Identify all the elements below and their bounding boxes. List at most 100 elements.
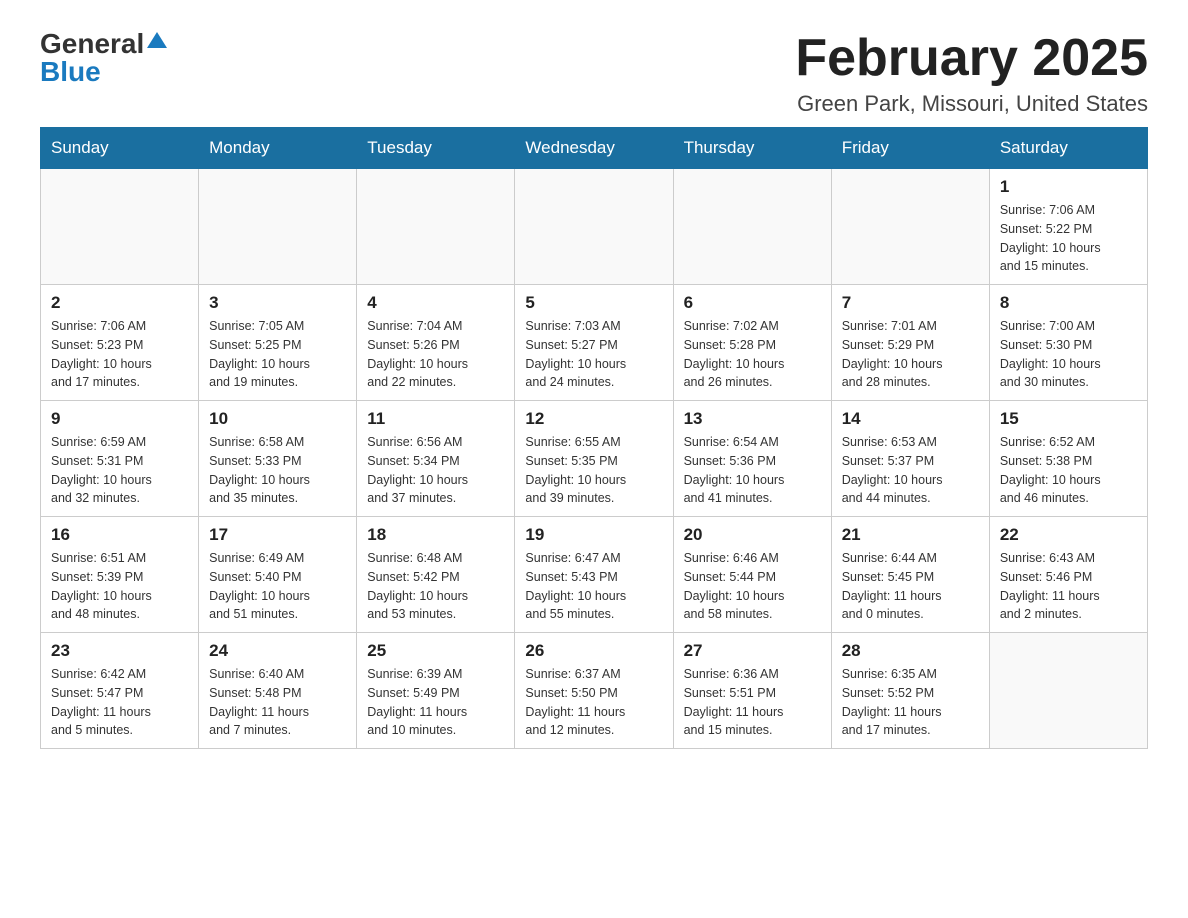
weekday-header-sunday: Sunday	[41, 128, 199, 169]
day-number: 26	[525, 641, 662, 661]
calendar-cell: 17Sunrise: 6:49 AM Sunset: 5:40 PM Dayli…	[199, 517, 357, 633]
day-number: 10	[209, 409, 346, 429]
day-number: 19	[525, 525, 662, 545]
day-info: Sunrise: 6:39 AM Sunset: 5:49 PM Dayligh…	[367, 665, 504, 740]
day-number: 2	[51, 293, 188, 313]
day-info: Sunrise: 6:54 AM Sunset: 5:36 PM Dayligh…	[684, 433, 821, 508]
day-info: Sunrise: 7:05 AM Sunset: 5:25 PM Dayligh…	[209, 317, 346, 392]
calendar-cell: 1Sunrise: 7:06 AM Sunset: 5:22 PM Daylig…	[989, 169, 1147, 285]
calendar-cell: 24 Sunrise: 6:40 AM Sunset: 5:48 PM Dayli…	[199, 633, 357, 749]
day-info: Sunrise: 6:42 AM Sunset: 5:47 PM Dayligh…	[51, 665, 188, 740]
day-number: 15	[1000, 409, 1137, 429]
weekday-header-wednesday: Wednesday	[515, 128, 673, 169]
calendar-cell: 20 Sunrise: 6:46 AM Sunset: 5:44 PM Dayli…	[673, 517, 831, 633]
calendar-cell: 15 Sunrise: 6:52 AM Sunset: 5:38 PM Dayli…	[989, 401, 1147, 517]
calendar-cell	[673, 169, 831, 285]
logo-general: General	[40, 30, 144, 58]
calendar-cell: 16 Sunrise: 6:51 AM Sunset: 5:39 PM Dayli…	[41, 517, 199, 633]
day-info: Sunrise: 6:44 AM Sunset: 5:45 PM Dayligh…	[842, 549, 979, 624]
day-info: Sunrise: 7:04 AM Sunset: 5:26 PM Dayligh…	[367, 317, 504, 392]
calendar-cell: 2 Sunrise: 7:06 AM Sunset: 5:23 PM Daylig…	[41, 285, 199, 401]
calendar-cell: 3Sunrise: 7:05 AM Sunset: 5:25 PM Daylig…	[199, 285, 357, 401]
calendar-week-row: 9 Sunrise: 6:59 AM Sunset: 5:31 PM Daylig…	[41, 401, 1148, 517]
calendar-week-row: 2 Sunrise: 7:06 AM Sunset: 5:23 PM Daylig…	[41, 285, 1148, 401]
calendar-cell: 12Sunrise: 6:55 AM Sunset: 5:35 PM Dayli…	[515, 401, 673, 517]
day-number: 7	[842, 293, 979, 313]
logo-blue: Blue	[40, 58, 101, 86]
calendar-cell: 21 Sunrise: 6:44 AM Sunset: 5:45 PM Dayli…	[831, 517, 989, 633]
day-info: Sunrise: 6:51 AM Sunset: 5:39 PM Dayligh…	[51, 549, 188, 624]
day-info: Sunrise: 7:06 AM Sunset: 5:23 PM Dayligh…	[51, 317, 188, 392]
calendar-cell: 9 Sunrise: 6:59 AM Sunset: 5:31 PM Daylig…	[41, 401, 199, 517]
day-info: Sunrise: 6:59 AM Sunset: 5:31 PM Dayligh…	[51, 433, 188, 508]
day-number: 12	[525, 409, 662, 429]
calendar-cell: 8 Sunrise: 7:00 AM Sunset: 5:30 PM Daylig…	[989, 285, 1147, 401]
calendar-cell: 27 Sunrise: 6:36 AM Sunset: 5:51 PM Dayli…	[673, 633, 831, 749]
day-number: 5	[525, 293, 662, 313]
calendar-cell	[831, 169, 989, 285]
day-info: Sunrise: 6:48 AM Sunset: 5:42 PM Dayligh…	[367, 549, 504, 624]
day-number: 8	[1000, 293, 1137, 313]
day-number: 16	[51, 525, 188, 545]
day-number: 25	[367, 641, 504, 661]
calendar-cell: 18Sunrise: 6:48 AM Sunset: 5:42 PM Dayli…	[357, 517, 515, 633]
day-info: Sunrise: 7:03 AM Sunset: 5:27 PM Dayligh…	[525, 317, 662, 392]
day-info: Sunrise: 7:00 AM Sunset: 5:30 PM Dayligh…	[1000, 317, 1137, 392]
day-info: Sunrise: 6:47 AM Sunset: 5:43 PM Dayligh…	[525, 549, 662, 624]
calendar-cell: 6Sunrise: 7:02 AM Sunset: 5:28 PM Daylig…	[673, 285, 831, 401]
day-number: 22	[1000, 525, 1137, 545]
logo-triangle-icon	[147, 32, 167, 48]
day-number: 20	[684, 525, 821, 545]
page-header: General Blue February 2025 Green Park, M…	[40, 30, 1148, 117]
calendar-cell: 28Sunrise: 6:35 AM Sunset: 5:52 PM Dayli…	[831, 633, 989, 749]
day-info: Sunrise: 6:52 AM Sunset: 5:38 PM Dayligh…	[1000, 433, 1137, 508]
day-info: Sunrise: 6:58 AM Sunset: 5:33 PM Dayligh…	[209, 433, 346, 508]
weekday-header-saturday: Saturday	[989, 128, 1147, 169]
calendar-week-row: 1Sunrise: 7:06 AM Sunset: 5:22 PM Daylig…	[41, 169, 1148, 285]
day-number: 11	[367, 409, 504, 429]
day-number: 13	[684, 409, 821, 429]
day-number: 17	[209, 525, 346, 545]
day-info: Sunrise: 6:53 AM Sunset: 5:37 PM Dayligh…	[842, 433, 979, 508]
calendar-cell: 23 Sunrise: 6:42 AM Sunset: 5:47 PM Dayli…	[41, 633, 199, 749]
calendar-week-row: 16 Sunrise: 6:51 AM Sunset: 5:39 PM Dayli…	[41, 517, 1148, 633]
calendar-cell	[357, 169, 515, 285]
calendar-cell: 10 Sunrise: 6:58 AM Sunset: 5:33 PM Dayli…	[199, 401, 357, 517]
day-info: Sunrise: 6:56 AM Sunset: 5:34 PM Dayligh…	[367, 433, 504, 508]
day-number: 14	[842, 409, 979, 429]
calendar-cell: 25 Sunrise: 6:39 AM Sunset: 5:49 PM Dayli…	[357, 633, 515, 749]
calendar-cell: 22 Sunrise: 6:43 AM Sunset: 5:46 PM Dayli…	[989, 517, 1147, 633]
calendar-cell: 19 Sunrise: 6:47 AM Sunset: 5:43 PM Dayli…	[515, 517, 673, 633]
logo: General Blue	[40, 30, 167, 86]
day-info: Sunrise: 7:01 AM Sunset: 5:29 PM Dayligh…	[842, 317, 979, 392]
calendar-subtitle: Green Park, Missouri, United States	[795, 91, 1148, 117]
weekday-header-row: SundayMondayTuesdayWednesdayThursdayFrid…	[41, 128, 1148, 169]
weekday-header-friday: Friday	[831, 128, 989, 169]
title-block: February 2025 Green Park, Missouri, Unit…	[795, 30, 1148, 117]
weekday-header-thursday: Thursday	[673, 128, 831, 169]
day-number: 21	[842, 525, 979, 545]
calendar-cell	[989, 633, 1147, 749]
calendar-cell: 11 Sunrise: 6:56 AM Sunset: 5:34 PM Dayli…	[357, 401, 515, 517]
day-number: 6	[684, 293, 821, 313]
weekday-header-monday: Monday	[199, 128, 357, 169]
weekday-header-tuesday: Tuesday	[357, 128, 515, 169]
day-info: Sunrise: 6:37 AM Sunset: 5:50 PM Dayligh…	[525, 665, 662, 740]
calendar-cell: 26 Sunrise: 6:37 AM Sunset: 5:50 PM Dayli…	[515, 633, 673, 749]
day-number: 27	[684, 641, 821, 661]
calendar-cell: 14 Sunrise: 6:53 AM Sunset: 5:37 PM Dayli…	[831, 401, 989, 517]
day-info: Sunrise: 6:43 AM Sunset: 5:46 PM Dayligh…	[1000, 549, 1137, 624]
day-number: 23	[51, 641, 188, 661]
day-number: 4	[367, 293, 504, 313]
day-number: 24	[209, 641, 346, 661]
calendar-cell	[41, 169, 199, 285]
day-number: 1	[1000, 177, 1137, 197]
calendar-cell: 5 Sunrise: 7:03 AM Sunset: 5:27 PM Daylig…	[515, 285, 673, 401]
day-info: Sunrise: 6:36 AM Sunset: 5:51 PM Dayligh…	[684, 665, 821, 740]
day-info: Sunrise: 6:46 AM Sunset: 5:44 PM Dayligh…	[684, 549, 821, 624]
day-number: 28	[842, 641, 979, 661]
day-number: 9	[51, 409, 188, 429]
day-info: Sunrise: 6:40 AM Sunset: 5:48 PM Dayligh…	[209, 665, 346, 740]
calendar-cell: 13 Sunrise: 6:54 AM Sunset: 5:36 PM Dayli…	[673, 401, 831, 517]
calendar-cell: 7 Sunrise: 7:01 AM Sunset: 5:29 PM Daylig…	[831, 285, 989, 401]
